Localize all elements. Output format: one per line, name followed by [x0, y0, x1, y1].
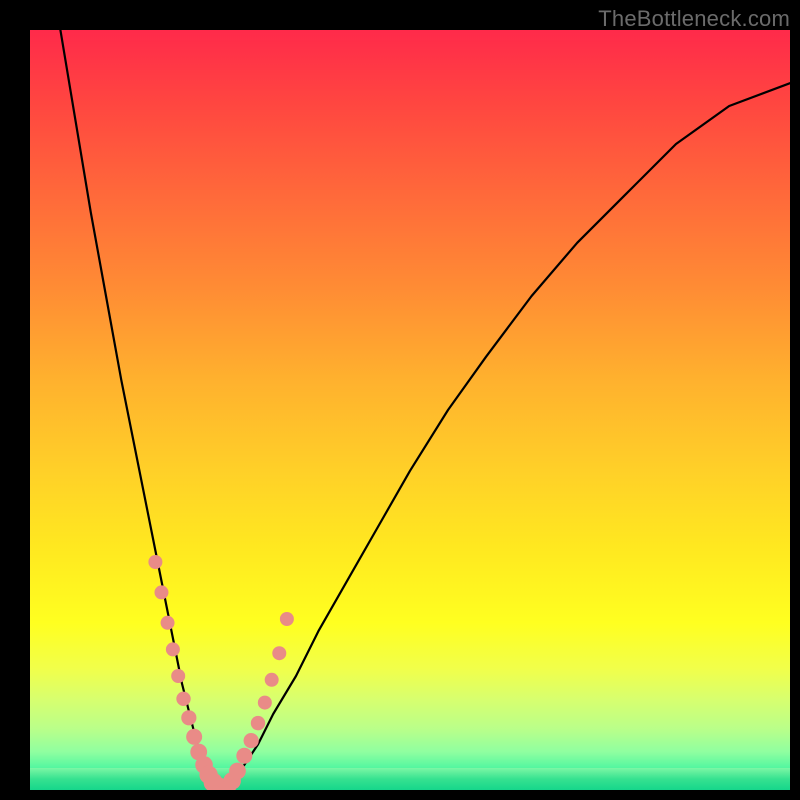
- watermark-text: TheBottleneck.com: [598, 6, 790, 32]
- plot-area: [30, 30, 790, 790]
- dot: [176, 692, 190, 706]
- dot: [154, 585, 168, 599]
- bottleneck-curve: [60, 30, 790, 790]
- highlight-dots: [148, 555, 293, 790]
- chart-svg: [30, 30, 790, 790]
- dot: [272, 646, 286, 660]
- dot: [244, 733, 259, 748]
- dot: [258, 696, 272, 710]
- dot: [280, 612, 294, 626]
- dot: [251, 716, 265, 730]
- dot: [265, 673, 279, 687]
- dot: [148, 555, 162, 569]
- dot: [166, 642, 180, 656]
- dot: [229, 763, 246, 780]
- dot: [171, 669, 185, 683]
- dot: [161, 616, 175, 630]
- dot: [236, 748, 252, 764]
- dot: [186, 729, 202, 745]
- dot: [181, 710, 196, 725]
- chart-frame: TheBottleneck.com: [0, 0, 800, 800]
